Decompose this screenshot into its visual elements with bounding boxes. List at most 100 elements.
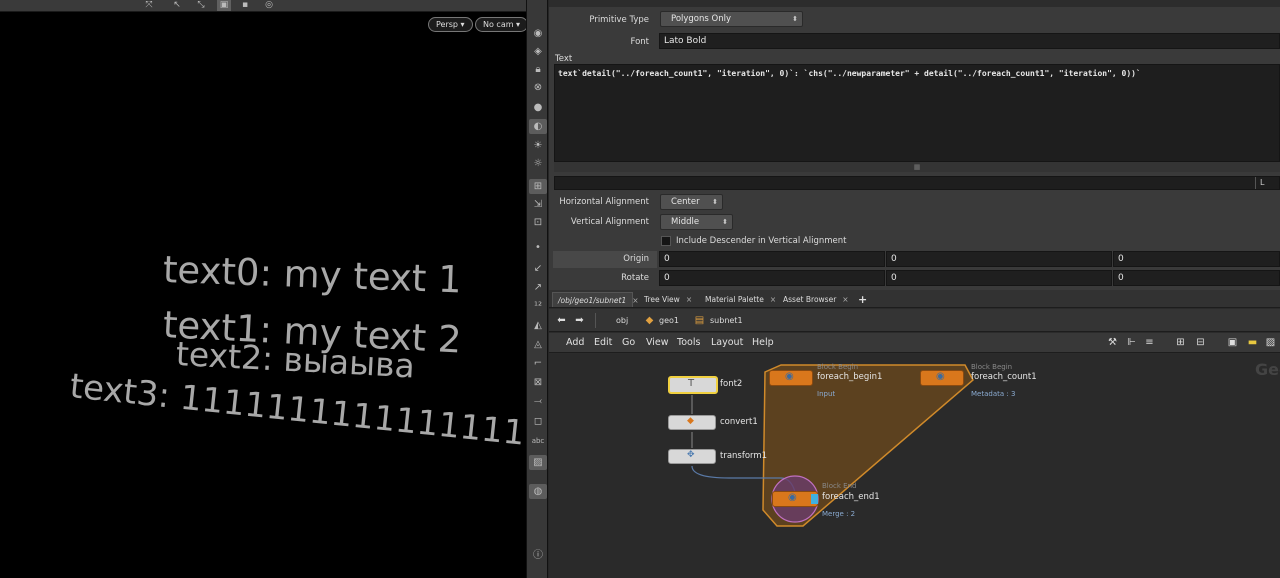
menu-edit[interactable]: Edit xyxy=(594,336,612,350)
breadcrumb-subnet1[interactable]: subnet1 xyxy=(710,313,743,328)
resize-handle[interactable]: ▦ xyxy=(554,162,1280,172)
tree-icon[interactable]: ⊩ xyxy=(1125,336,1138,349)
close-icon[interactable]: × xyxy=(686,295,692,304)
pin-icon[interactable]: ◍ xyxy=(529,484,547,499)
display-points-icon[interactable]: ⊞ xyxy=(529,179,547,194)
viewport-toolbar: ⤧ ↖ ⤡ ▣ ▪ ◎ xyxy=(0,0,526,12)
camera-menu[interactable]: No cam ▾ xyxy=(475,17,526,32)
menu-tools[interactable]: Tools xyxy=(677,336,700,350)
block-begin-icon: ◉ xyxy=(936,371,945,382)
viewport-text-line: text0: my text 1 xyxy=(162,248,463,302)
number-icon[interactable]: ¹² xyxy=(529,299,547,314)
origin-z-field[interactable]: 0 xyxy=(1113,251,1280,267)
menu-add[interactable]: Add xyxy=(566,336,584,350)
origin-label: Origin xyxy=(623,254,649,264)
ghost-icon[interactable]: ▪ xyxy=(238,0,252,11)
text-input[interactable]: text`detail("../foreach_count1", "iterat… xyxy=(554,64,1280,162)
tab-asset-browser[interactable]: Asset Browser × xyxy=(778,292,849,307)
camera-mode-label: Persp xyxy=(436,20,458,29)
rotate-y-field[interactable]: 0 xyxy=(886,270,1112,286)
scene-viewport[interactable]: ⤧ ↖ ⤡ ▣ ▪ ◎ Persp ▾ No cam ▾ text0: my t… xyxy=(0,0,526,578)
brush-icon[interactable]: ◬ xyxy=(529,337,547,352)
vector-icon[interactable]: ↗ xyxy=(529,280,547,295)
add-tab-button[interactable]: + xyxy=(853,292,867,307)
light-icon[interactable]: ☀ xyxy=(529,138,547,153)
tab-material-palette[interactable]: Material Palette × xyxy=(700,292,776,307)
horizontal-alignment-dropdown[interactable]: Center ⬍ xyxy=(660,194,723,210)
node-label: font2 xyxy=(720,379,743,389)
wrench-icon[interactable]: ⚒ xyxy=(1106,336,1119,349)
target-icon[interactable]: ⊗ xyxy=(529,80,547,95)
block-end-icon: ◉ xyxy=(788,492,797,503)
branch-icon[interactable]: ⤙ xyxy=(529,394,547,409)
list-icon[interactable]: ≡ xyxy=(1143,336,1156,349)
handle-icon[interactable]: ⤧ xyxy=(142,0,156,11)
display-flag[interactable] xyxy=(811,494,818,504)
bar-suffix[interactable]: L xyxy=(1255,177,1279,189)
vertical-alignment-dropdown[interactable]: Middle ⬍ xyxy=(660,214,733,230)
menu-go[interactable]: Go xyxy=(622,336,635,350)
network-wires xyxy=(691,364,974,527)
origin-x-field[interactable]: 0 xyxy=(659,251,885,267)
corner-icon[interactable]: ⌐ xyxy=(529,356,547,371)
node-label: foreach_begin1 xyxy=(817,372,883,382)
image-icon[interactable]: ▣ xyxy=(1226,336,1239,349)
record-icon[interactable]: ◎ xyxy=(262,0,276,11)
primitive-type-dropdown[interactable]: Polygons Only ⬍ xyxy=(660,11,803,27)
camera-label: No cam xyxy=(483,20,514,29)
node-sublabel: Metadata : 3 xyxy=(971,390,1016,398)
close-icon[interactable]: × xyxy=(842,295,848,304)
forward-arrow-icon[interactable]: ➡ xyxy=(573,314,586,327)
eye-icon[interactable]: ◉ xyxy=(529,26,547,41)
box-icon[interactable]: ◻ xyxy=(529,414,547,429)
select-icon[interactable]: ⤡ xyxy=(194,0,208,11)
breadcrumb-geo1[interactable]: geo1 xyxy=(659,313,679,328)
sticky-note-icon[interactable]: ▬ xyxy=(1246,336,1259,349)
network-editor[interactable]: Geo T font2 ◆ convert1 ✥ transform1 xyxy=(549,354,1280,578)
grid-icon[interactable]: ⊠ xyxy=(529,375,547,390)
menu-layout[interactable]: Layout xyxy=(711,336,743,350)
text-label: Text xyxy=(555,54,573,64)
tab-tree-view[interactable]: Tree View × xyxy=(639,292,697,307)
node-label: transform1 xyxy=(720,451,768,461)
rotate-z-field[interactable]: 0 xyxy=(1113,270,1280,286)
font-node-icon: T xyxy=(688,378,695,389)
text-tool-icon[interactable]: abc xyxy=(529,434,547,449)
display-icon[interactable]: ▣ xyxy=(217,0,231,11)
chevron-updown-icon: ⬍ xyxy=(722,218,728,226)
edge-icon[interactable]: ↙ xyxy=(529,261,547,276)
point-icon[interactable]: • xyxy=(529,240,547,255)
sphere-icon[interactable]: ● xyxy=(529,100,547,115)
grid-view-icon[interactable]: ⊞ xyxy=(1174,336,1187,349)
rotate-x-field[interactable]: 0 xyxy=(659,270,885,286)
vertical-alignment-label: Vertical Alignment xyxy=(570,217,649,227)
vertical-alignment-value: Middle xyxy=(671,217,700,227)
tab-label: Tree View xyxy=(644,295,680,304)
paint-icon[interactable]: ◭ xyxy=(529,318,547,333)
uv-icon[interactable]: ⊡ xyxy=(529,215,547,230)
shading-icon[interactable]: ◐ xyxy=(529,119,547,134)
tab-subnet1[interactable]: /obj/geo1/subnet1 × xyxy=(552,292,639,307)
background-image-icon[interactable]: ▨ xyxy=(1264,336,1277,349)
close-icon[interactable]: × xyxy=(770,295,776,304)
font-field[interactable]: Lato Bold xyxy=(659,33,1280,49)
breadcrumb-label: subnet1 xyxy=(710,316,743,325)
light-bulb-icon[interactable]: ☼ xyxy=(529,156,547,171)
origin-y-field[interactable]: 0 xyxy=(886,251,1112,267)
snap-icon[interactable]: ↖ xyxy=(170,0,184,11)
menu-help[interactable]: Help xyxy=(752,336,774,350)
image-icon[interactable]: ▨ xyxy=(529,455,547,470)
back-arrow-icon[interactable]: ⬅ xyxy=(555,314,568,327)
menu-view[interactable]: View xyxy=(646,336,669,350)
breadcrumb-obj[interactable]: obj xyxy=(595,313,628,328)
close-icon[interactable]: × xyxy=(632,296,638,305)
table-icon[interactable]: ⊟ xyxy=(1194,336,1207,349)
normals-icon[interactable]: ⇲ xyxy=(529,197,547,212)
lock-icon[interactable]: 🔒︎ xyxy=(529,62,547,77)
include-descender-checkbox[interactable] xyxy=(661,236,671,246)
camera-mode-menu[interactable]: Persp ▾ xyxy=(428,17,473,32)
text-preview-bar[interactable]: L xyxy=(554,176,1280,190)
breadcrumb-label: geo1 xyxy=(659,316,679,325)
info-icon[interactable]: ⓘ xyxy=(529,548,547,563)
layers-icon[interactable]: ◈ xyxy=(529,44,547,59)
